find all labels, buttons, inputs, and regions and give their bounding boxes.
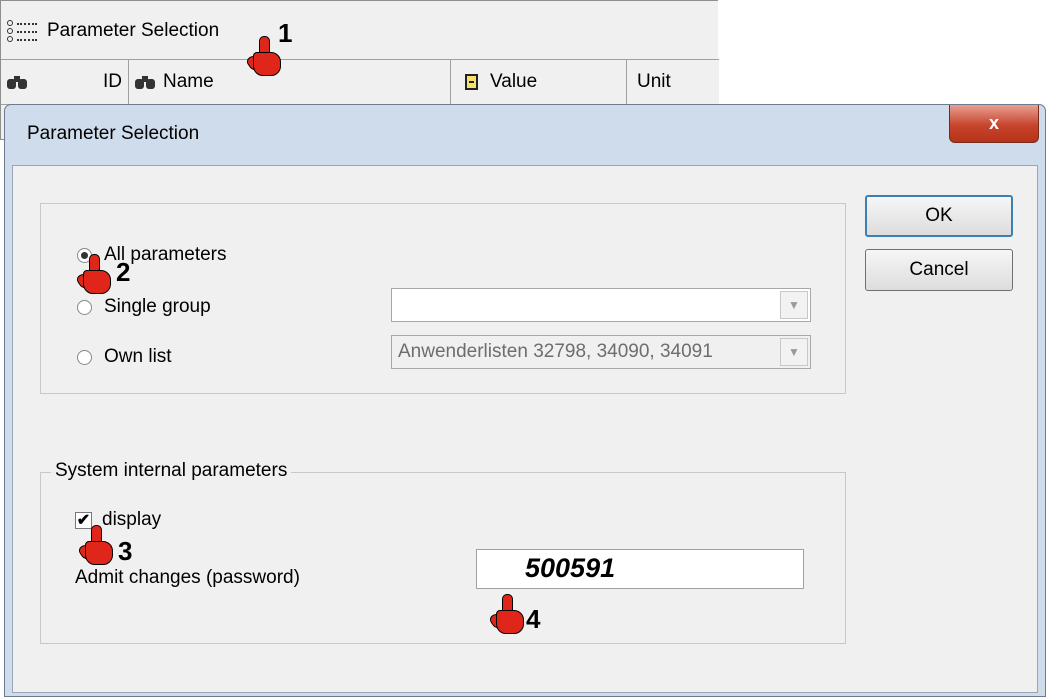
value-icon xyxy=(465,74,478,90)
column-header-row: ID Name Value Unit xyxy=(1,59,719,105)
radio-button[interactable] xyxy=(77,299,92,315)
radio-own-list[interactable]: Own list xyxy=(77,346,172,368)
bg-window-title: Parameter Selection xyxy=(47,20,220,41)
password-field[interactable]: 500591 xyxy=(476,549,804,589)
chevron-down-icon[interactable]: ▼ xyxy=(780,291,808,319)
cancel-button[interactable]: Cancel xyxy=(865,249,1013,291)
bg-toolbar[interactable]: Parameter Selection xyxy=(7,9,219,53)
parameter-selection-dialog: Parameter Selection x All parameters Sin… xyxy=(4,104,1046,697)
step-label: 3 xyxy=(118,536,133,566)
binoculars-icon[interactable] xyxy=(135,74,155,90)
radio-single-group[interactable]: Single group xyxy=(77,296,211,318)
selection-groupbox: All parameters Single group Own list ▼ A… xyxy=(40,203,846,394)
hand-pointer-icon xyxy=(74,254,111,294)
list-icon xyxy=(7,19,41,43)
system-internal-groupbox: System internal parameters ✔ display Adm… xyxy=(40,460,846,644)
close-icon: x xyxy=(988,113,999,133)
chevron-down-icon[interactable]: ▼ xyxy=(780,338,808,366)
hand-pointer-icon xyxy=(244,36,281,76)
hand-pointer-icon xyxy=(487,594,524,634)
binoculars-icon[interactable] xyxy=(7,74,27,90)
column-header-unit[interactable]: Unit xyxy=(627,60,719,104)
step-label: 2 xyxy=(116,257,131,287)
dialog-client-area: All parameters Single group Own list ▼ A… xyxy=(12,165,1038,693)
single-group-select[interactable]: ▼ xyxy=(391,288,811,322)
password-label: Admit changes (password) xyxy=(75,567,300,588)
radio-button[interactable] xyxy=(77,349,92,365)
groupbox-legend: System internal parameters xyxy=(51,460,292,482)
step-label: 4 xyxy=(526,604,541,634)
column-header-value[interactable]: Value xyxy=(451,60,627,104)
column-header-name[interactable]: Name xyxy=(129,60,451,104)
step-label: 1 xyxy=(278,18,293,48)
hand-pointer-icon xyxy=(76,525,113,565)
column-header-id[interactable]: ID xyxy=(1,60,129,104)
dialog-title: Parameter Selection xyxy=(27,123,200,144)
close-button[interactable]: x xyxy=(949,105,1039,143)
ok-button[interactable]: OK xyxy=(865,195,1013,237)
own-list-select[interactable]: Anwenderlisten 32798, 34090, 34091 ▼ xyxy=(391,335,811,369)
